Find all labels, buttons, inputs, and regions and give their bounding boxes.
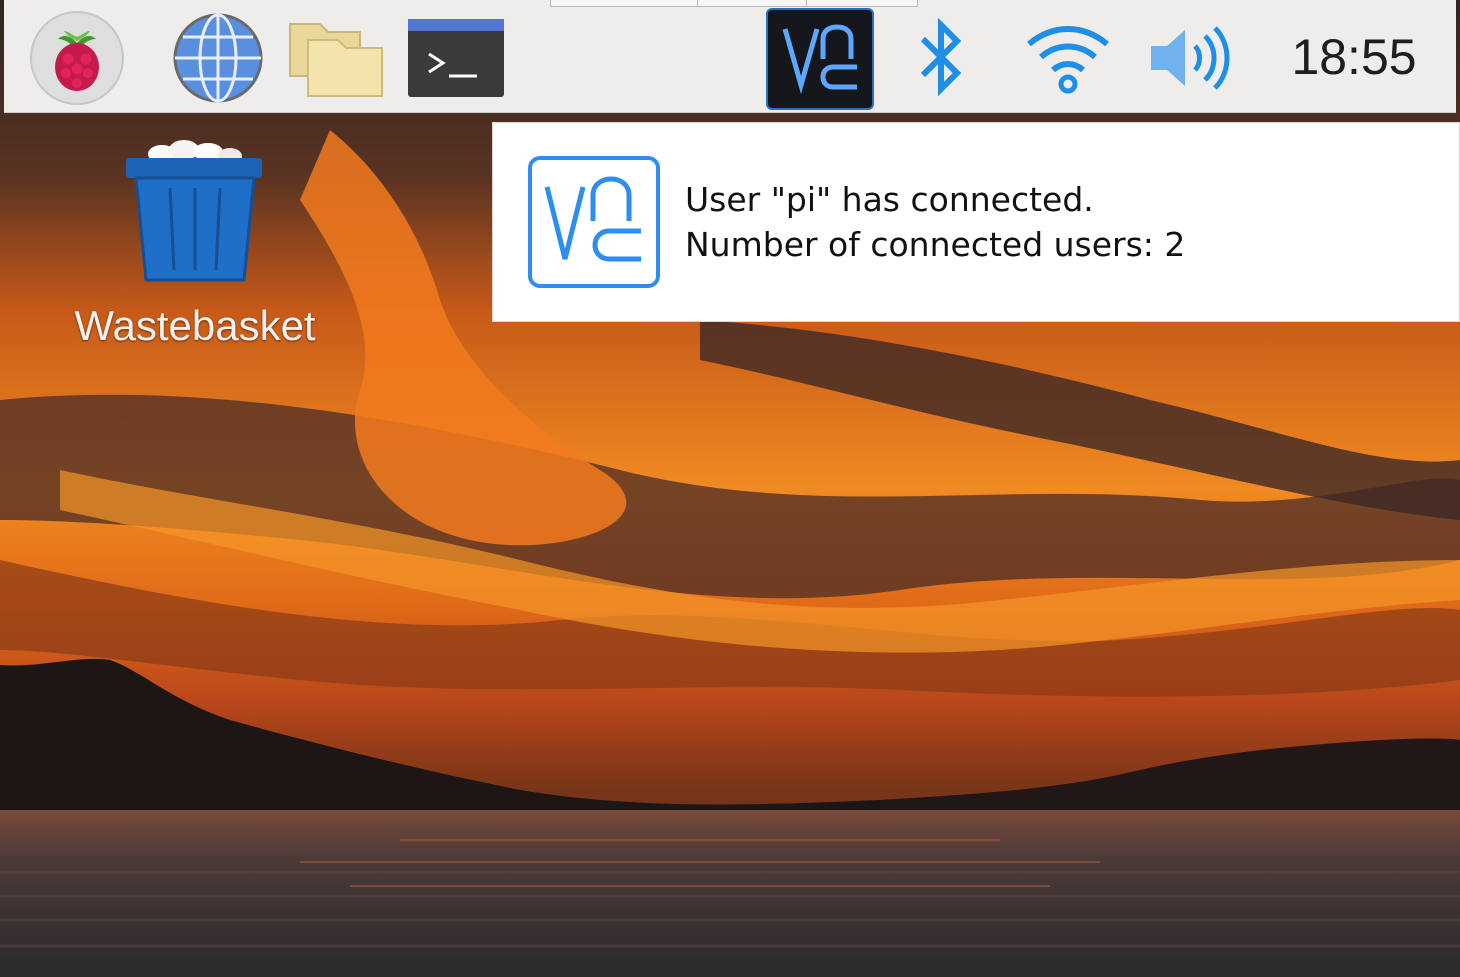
desktop-icon-wastebasket[interactable]: Wastebasket [50,138,340,368]
folder-icon [289,23,383,97]
vnc-icon [528,156,660,288]
vnc-icon [782,24,857,95]
wifi-tray-button[interactable] [1022,8,1114,108]
desktop-icon-label: Wastebasket [74,302,316,349]
notification-message: User "pi" has connected. [685,180,1094,219]
notification-user-count: Number of connected users: 2 [685,225,1186,264]
volume-icon [1151,26,1230,90]
panel-edge-tabs [550,0,918,7]
file-manager-button[interactable] [282,8,390,108]
terminal-icon [408,19,504,97]
terminal-button[interactable] [402,8,510,108]
wifi-icon [1027,26,1109,94]
vnc-tray-button[interactable] [766,8,874,110]
web-browser-button[interactable] [164,8,272,108]
top-panel: 18:55 [4,0,1456,113]
bluetooth-icon [920,17,962,97]
raspberry-icon [30,11,124,105]
trash-icon [126,140,262,282]
globe-icon [173,13,263,103]
volume-tray-button[interactable] [1144,8,1236,108]
raspberry-menu-button[interactable] [24,8,130,108]
vnc-notification[interactable]: User "pi" has connected. Number of conne… [492,122,1460,322]
clock[interactable]: 18:55 [1274,22,1434,92]
bluetooth-tray-button[interactable] [904,8,978,108]
